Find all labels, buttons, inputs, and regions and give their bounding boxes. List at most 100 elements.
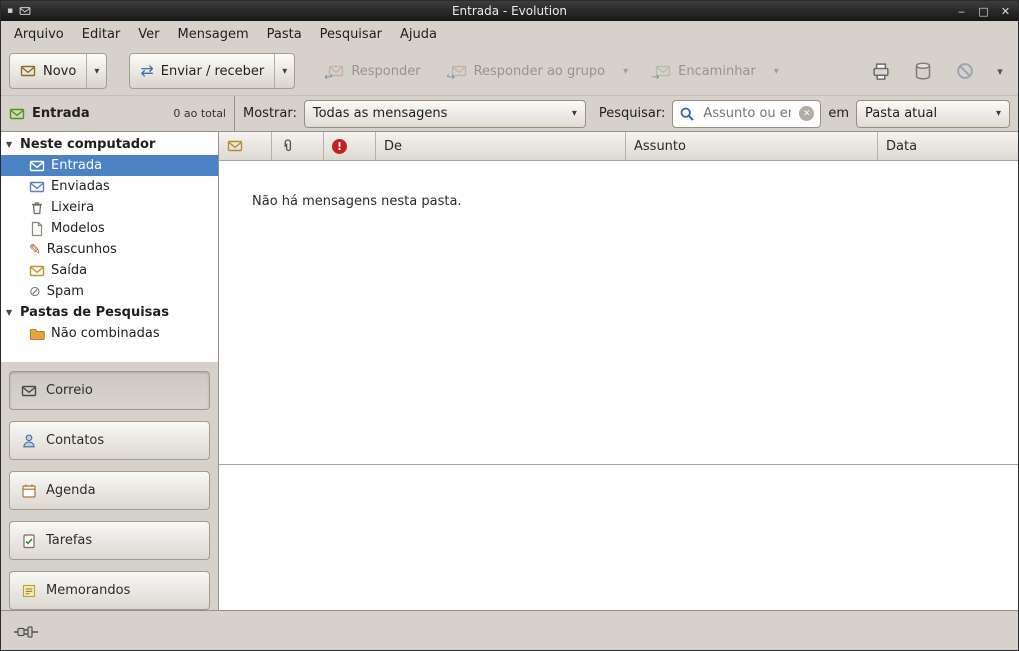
menu-ver[interactable]: Ver [129,23,168,46]
tree-group-search-label: Pastas de Pesquisas [20,305,169,320]
menubar: Arquivo Editar Ver Mensagem Pasta Pesqui… [1,21,1018,47]
column-from[interactable]: De [376,132,626,160]
search-label: Pesquisar: [599,106,666,121]
titlebar: ▪ Entrada - Evolution ‒ □ ✕ [1,1,1018,21]
menu-pasta[interactable]: Pasta [258,23,311,46]
switcher-contatos[interactable]: Contatos [9,421,210,460]
menu-ajuda[interactable]: Ajuda [391,23,446,46]
folder-label: Entrada [51,158,102,173]
folder-saida[interactable]: Saída [1,260,218,281]
folder-lixeira[interactable]: Lixeira [1,197,218,218]
paperclip-icon [280,138,296,154]
send-receive-button[interactable]: ⇄ Enviar / receber ▾ [129,53,295,89]
sidebar: ▼ Neste computador Entrada Enviadas Lixe… [1,132,219,610]
drafts-pencil-icon: ✎ [29,243,41,257]
column-date[interactable]: Data [878,132,1018,160]
chevron-down-icon: ▾ [572,108,577,119]
show-label: Mostrar: [243,106,297,121]
folder-rascunhos[interactable]: ✎ Rascunhos [1,239,218,260]
folder-tree: ▼ Neste computador Entrada Enviadas Lixe… [1,132,218,362]
send-receive-main[interactable]: ⇄ Enviar / receber [130,54,274,88]
search-scope-value: Pasta atual [865,106,937,121]
column-attachment[interactable] [272,132,324,160]
calendar-icon [21,483,37,499]
reply-arrow-icon: ↩ [324,73,332,83]
trash-icon [29,200,45,216]
search-in-label: em [828,106,849,121]
preview-pane [219,465,1018,610]
menu-mensagem[interactable]: Mensagem [169,23,258,46]
new-button[interactable]: Novo ▾ [9,53,107,89]
tree-group-search[interactable]: ▼ Pastas de Pesquisas [1,302,218,323]
toolbar: Novo ▾ ⇄ Enviar / receber ▾ ↩ Responder [1,47,1018,96]
switcher-tarefas[interactable]: Tarefas [9,521,210,560]
forward-button[interactable]: → Encaminhar ▾ [644,53,787,89]
tree-group-local-label: Neste computador [20,137,155,152]
switcher-correio[interactable]: Correio [9,371,210,410]
chevron-down-icon: ▾ [996,108,1001,119]
show-filter-combo[interactable]: Todas as mensagens ▾ [304,100,586,128]
switcher-agenda[interactable]: Agenda [9,471,210,510]
folder-spam[interactable]: ⊘ Spam [1,281,218,302]
menu-arquivo[interactable]: Arquivo [5,23,73,46]
menu-editar[interactable]: Editar [73,23,130,46]
minimize-button[interactable]: ‒ [955,5,968,18]
search-scope-combo[interactable]: Pasta atual ▾ [856,100,1010,128]
search-input[interactable] [701,105,793,122]
send-receive-label: Enviar / receber [161,64,265,79]
switcher-memorandos[interactable]: Memorandos [9,571,210,610]
view-switcher: Correio Contatos Agenda Tarefas Memorand… [1,362,218,610]
maximize-button[interactable]: □ [977,5,990,18]
memos-icon [21,583,37,599]
column-status[interactable] [219,132,272,160]
reply-group-arrow-icon: ↪ [447,73,455,83]
priority-icon: ! [332,139,347,154]
evolution-window: ▪ Entrada - Evolution ‒ □ ✕ Arquivo Edit… [0,0,1019,651]
folder-nao-combinadas[interactable]: Não combinadas [1,323,218,344]
new-button-main[interactable]: Novo [10,54,86,88]
folder-label: Rascunhos [47,242,117,257]
filterbar: Mostrar: Todas as mensagens ▾ Pesquisar:… [235,96,1018,131]
body: ▼ Neste computador Entrada Enviadas Lixe… [1,132,1018,610]
delete-button[interactable] [906,54,940,88]
folder-entrada[interactable]: Entrada [1,155,218,176]
expander-icon[interactable]: ▼ [6,140,15,149]
folder-modelos[interactable]: Modelos [1,218,218,239]
message-status-icon [227,138,243,154]
forward-dropdown-arrow[interactable]: ▾ [766,54,786,88]
folder-message-count: 0 ao total [173,107,226,120]
junk-button[interactable] [948,54,982,88]
reply-button[interactable]: ↩ Responder [317,53,431,89]
column-date-label: Data [886,139,917,154]
window-menu-icon[interactable]: ▪ [7,6,13,16]
column-subject[interactable]: Assunto [626,132,878,160]
print-button[interactable] [864,54,898,88]
new-dropdown-arrow[interactable]: ▾ [86,54,106,88]
toolbar-overflow-button[interactable]: ▾ [990,54,1010,88]
folder-enviadas[interactable]: Enviadas [1,176,218,197]
current-folder-name: Entrada [32,106,90,121]
tree-group-local[interactable]: ▼ Neste computador [1,134,218,155]
junk-ban-icon [955,61,975,81]
column-priority[interactable]: ! [324,132,376,160]
column-subject-label: Assunto [634,139,686,154]
reply-group-button-label: Responder ao grupo [474,64,606,79]
close-button[interactable]: ✕ [999,5,1012,18]
search-box[interactable]: ✕ [672,100,821,128]
menu-pesquisar[interactable]: Pesquisar [311,23,391,46]
inbox-icon [29,158,45,174]
reply-group-dropdown-arrow[interactable]: ▾ [615,54,635,88]
send-receive-dropdown-arrow[interactable]: ▾ [274,54,294,88]
folder-label: Lixeira [51,200,94,215]
expander-icon[interactable]: ▼ [6,308,15,317]
forward-button-label: Encaminhar [678,64,756,79]
new-button-label: Novo [43,64,76,79]
reply-group-button[interactable]: ↪ Responder ao grupo ▾ [440,53,637,89]
search-icon [679,106,695,122]
reply-button-label: Responder [351,64,420,79]
empty-folder-message: Não há mensagens nesta pasta. [219,161,1018,209]
search-clear-icon[interactable]: ✕ [799,106,814,121]
message-pane: ! De Assunto Data Não há mensagens nesta… [219,132,1018,610]
reply-group-icon: ↪ [451,63,467,79]
online-status-plug-icon[interactable] [13,625,39,639]
